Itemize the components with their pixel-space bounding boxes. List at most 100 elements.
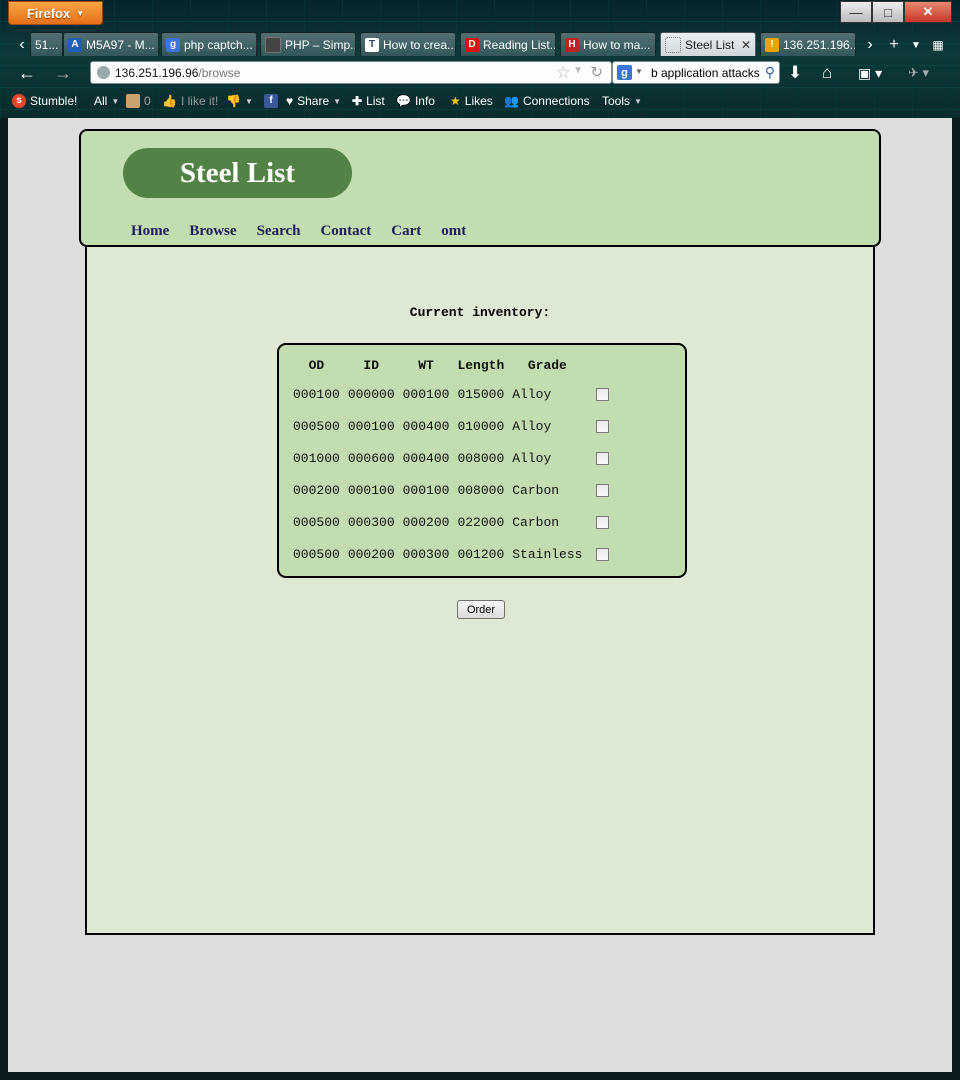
tab-3[interactable]: g php captch... — [161, 32, 257, 56]
tab-steel-list[interactable]: Steel List ✕ — [660, 32, 756, 56]
chevron-down-icon: ▼ — [333, 96, 342, 106]
cell-id: 000100 — [347, 482, 395, 498]
tab-scroll-right-icon[interactable]: › — [862, 34, 878, 56]
row-select-checkbox[interactable] — [596, 419, 610, 433]
info-button[interactable]: 💬 Info — [396, 94, 435, 108]
inventory-heading: Current inventory: — [409, 305, 551, 320]
tab-9[interactable]: ! 136.251.196.... — [760, 32, 856, 56]
site-identity-icon[interactable] — [97, 66, 110, 79]
tab-list-icon[interactable]: ▼ — [908, 34, 924, 56]
nav-omt-link[interactable]: omt — [441, 223, 466, 240]
search-input-value: b application attacks — [651, 65, 760, 80]
row-select-checkbox[interactable] — [596, 483, 610, 497]
like-button[interactable]: 👍 I like it! — [162, 94, 218, 108]
stumbleupon-toolbar: s Stumble! All ▼ 0 👍 I like it! 👎 ▼ f ♥ … — [8, 91, 952, 115]
table-row: 000500 000100 000400 010000 Alloy — [289, 410, 613, 442]
home-icon[interactable]: ⌂ — [822, 61, 832, 85]
maximize-button[interactable]: □ — [872, 1, 904, 23]
tab-1[interactable]: 51... — [30, 32, 63, 56]
tools-dropdown[interactable]: Tools ▼ — [602, 94, 642, 108]
forward-icon[interactable]: → — [52, 62, 74, 84]
table-row: 000100 000000 000100 015000 Alloy — [289, 378, 613, 410]
addon-icon[interactable]: ✈ ▾ — [908, 61, 929, 85]
search-bar[interactable]: g ▼ b application attacks ⚲ — [612, 61, 780, 84]
minimize-button[interactable]: — — [840, 1, 872, 23]
bookmark-star-icon[interactable]: ☆ — [556, 63, 571, 83]
review-icon — [126, 94, 140, 108]
page-favicon-icon: T — [365, 37, 379, 52]
cell-od: 001000 — [293, 450, 340, 466]
reload-icon[interactable]: ↻ — [590, 63, 603, 81]
cell-length: 008000 — [457, 482, 505, 498]
firefox-menu-label: Firefox — [26, 5, 71, 21]
url-bar[interactable]: 136.251.196.96/browse ☆ ▼ ↻ — [90, 61, 612, 84]
row-select-checkbox[interactable] — [596, 515, 610, 529]
new-tab-icon[interactable]: + — [886, 34, 902, 56]
cell-wt: 000400 — [402, 418, 450, 434]
cell-id: 000600 — [347, 450, 395, 466]
cell-length: 022000 — [457, 514, 505, 530]
connections-button[interactable]: 👥 Connections — [504, 94, 590, 108]
search-engine-dropdown-icon[interactable]: ▼ — [635, 67, 643, 76]
firefox-menu-button[interactable]: Firefox ▼ — [8, 1, 103, 25]
likes-button[interactable]: ★ Likes — [450, 94, 493, 108]
facebook-icon: f — [264, 94, 278, 108]
all-dropdown[interactable]: All ▼ — [94, 94, 119, 108]
cell-length: 015000 — [457, 386, 505, 402]
h-favicon-icon: H — [565, 37, 579, 52]
cell-id: 000200 — [347, 546, 395, 562]
speech-bubble-icon: 💬 — [396, 94, 411, 108]
like-label: I like it! — [180, 94, 219, 108]
tab-7[interactable]: H How to ma... — [560, 32, 656, 56]
tab-groups-icon[interactable]: ▦ — [930, 34, 946, 56]
search-icon[interactable]: ⚲ — [765, 64, 775, 81]
dislike-button[interactable]: 👎 ▼ — [226, 94, 253, 108]
nav-browse-link[interactable]: Browse — [189, 223, 236, 240]
cell-grade: Carbon — [512, 482, 560, 498]
nav-search-link[interactable]: Search — [257, 223, 301, 240]
count-label: 0 — [144, 94, 151, 108]
url-path: /browse — [198, 65, 241, 80]
url-history-dropdown-icon[interactable]: ▼ — [573, 65, 583, 76]
close-tab-icon[interactable]: ✕ — [741, 38, 751, 52]
cell-wt: 000100 — [402, 482, 450, 498]
close-window-button[interactable]: ✕ — [904, 1, 952, 23]
cell-od: 000500 — [293, 546, 340, 562]
stumble-button[interactable]: s Stumble! — [12, 94, 77, 108]
nav-cart-link[interactable]: Cart — [391, 223, 421, 240]
share-button[interactable]: ♥ Share ▼ — [286, 94, 341, 108]
facebook-button[interactable]: f — [264, 94, 278, 108]
chevron-down-icon: ▼ — [76, 8, 85, 18]
back-icon[interactable]: ← — [16, 62, 38, 84]
warning-favicon-icon: ! — [765, 37, 779, 52]
site-logo[interactable]: Steel List — [123, 148, 352, 198]
tab-scroll-left-icon[interactable]: ‹ — [14, 34, 30, 56]
tab-label: php captch... — [184, 37, 253, 52]
likes-label: Likes — [464, 94, 493, 108]
order-button[interactable]: Order — [457, 600, 505, 619]
tab-5[interactable]: T How to crea... — [360, 32, 456, 56]
thumbs-count[interactable]: 0 — [126, 94, 151, 108]
row-select-checkbox[interactable] — [596, 547, 610, 561]
thumbs-down-icon: 👎 — [226, 94, 241, 108]
nav-contact-link[interactable]: Contact — [320, 223, 371, 240]
bookmarks-menu-icon[interactable]: ▣ ▾ — [858, 61, 882, 85]
row-select-checkbox[interactable] — [596, 387, 610, 401]
google-search-engine-icon[interactable]: g — [617, 65, 632, 80]
tab-2[interactable]: A M5A97 - M... — [63, 32, 159, 56]
downloads-icon[interactable]: ⬇ — [788, 61, 802, 85]
row-select-checkbox[interactable] — [596, 451, 610, 465]
table-header-row: OD ID WT Length Grade — [289, 352, 613, 378]
d-favicon-icon: D — [465, 37, 479, 52]
tab-label: Steel List — [685, 37, 735, 52]
list-button[interactable]: ✚ List — [352, 94, 385, 108]
cell-grade: Stainless — [512, 546, 583, 562]
stumble-label: Stumble! — [30, 94, 78, 108]
nav-home-link[interactable]: Home — [131, 223, 169, 240]
tab-4[interactable]: PHP – Simp... — [260, 32, 356, 56]
order-button-label: Order — [466, 603, 496, 616]
page-favicon-icon — [265, 36, 281, 53]
tab-6[interactable]: D Reading List... — [460, 32, 556, 56]
share-label: Share — [297, 94, 330, 108]
cell-od: 000100 — [293, 386, 340, 402]
